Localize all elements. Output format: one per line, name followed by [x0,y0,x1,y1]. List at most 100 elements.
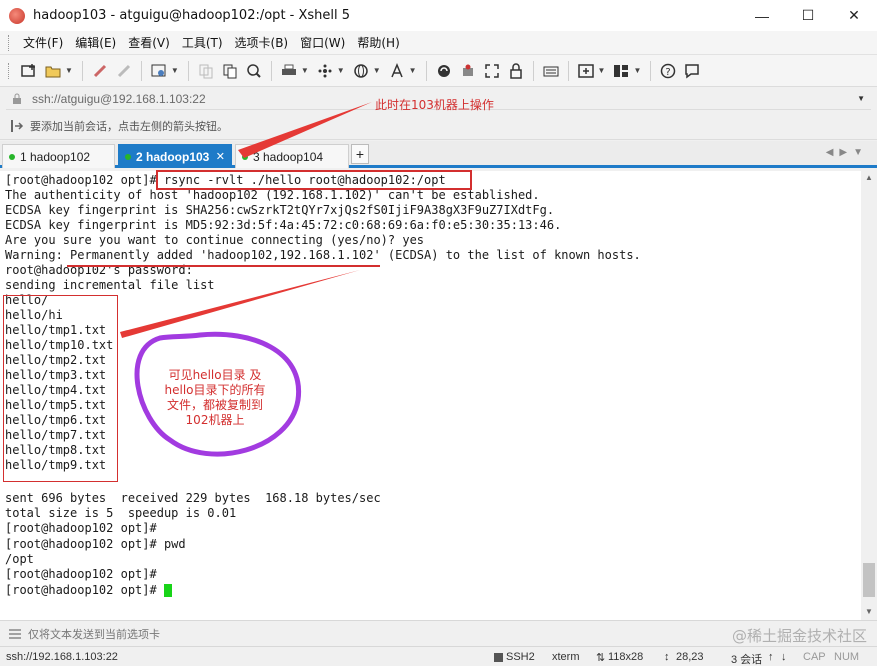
tab-hadoop104[interactable]: 3 hadoop104 [235,144,349,168]
address-text[interactable]: ssh://atguigu@192.168.1.103:22 [32,92,206,106]
tab-label: 1 hadoop102 [20,149,91,164]
terminal-size-icon: ⇅ [596,652,606,664]
tab-hadoop103[interactable]: 2 hadoop103 ✕ [118,144,232,168]
add-tab-button[interactable]: + [351,144,369,164]
fullscreen-icon[interactable] [483,62,501,80]
open-dropdown-icon[interactable]: ▼ [65,66,73,75]
terminal-line: [root@hadoop102 opt]# [5,567,157,581]
send-placeholder[interactable]: 仅将文本发送到当前选项卡 [28,626,160,642]
minimize-button[interactable]: — [739,0,785,31]
annotation-note-103: 此时在103机器上操作 [375,98,494,112]
properties-icon[interactable] [150,62,168,80]
terminal-line: [root@hadoop102 opt]# pwd [5,537,186,551]
terminal-line: ECDSA key fingerprint is SHA256:cwSzrkT2… [5,203,555,217]
tab-label: 2 hadoop103 [136,149,210,164]
terminal-line: sent 696 bytes received 229 bytes 168.18… [5,491,381,505]
scroll-up-icon[interactable]: ▲ [865,173,873,182]
new-tab-icon[interactable] [577,62,595,80]
toolbar-separator [425,60,427,81]
status-num: NUM [834,651,860,663]
sessions-up-icon[interactable]: ↑ [768,651,774,663]
copy-disabled-icon[interactable] [197,62,215,80]
address-dropdown-icon[interactable]: ▼ [857,94,865,103]
menu-window[interactable]: 窗口(W) [294,34,351,51]
warning-underline [67,265,380,267]
open-folder-icon[interactable] [44,62,62,80]
maximize-button[interactable]: ☐ [785,0,831,31]
xftp-icon[interactable] [435,62,453,80]
scroll-thumb[interactable] [863,563,875,597]
menu-tools[interactable]: 工具(T) [176,34,229,51]
keyboard-icon[interactable] [542,62,560,80]
terminal-line: sending incremental file list [5,278,215,292]
menu-tabs[interactable]: 选项卡(B) [229,34,295,51]
watermark: @稀土掘金技术社区 [731,627,867,645]
status-protocol: SSH2 [506,651,535,663]
tab-close-icon[interactable]: ✕ [216,150,225,163]
toolbar-separator [140,60,142,81]
font-icon[interactable] [388,62,406,80]
status-address: ssh://192.168.1.103:22 [6,651,118,663]
disconnect-icon[interactable] [115,62,133,80]
new-tab-dropdown-icon[interactable]: ▼ [598,66,606,75]
layout-dropdown-icon[interactable]: ▼ [633,66,641,75]
ssh-lock-icon [494,653,503,662]
layout-icon[interactable] [612,62,630,80]
terminal-scrollbar[interactable]: ▲ ▼ [861,171,877,620]
bubble-line: 102机器上 [185,413,245,427]
scroll-down-icon[interactable]: ▼ [865,607,873,616]
status-cap: CAP [803,651,826,663]
xshell-window: hadoop103 - atguigu@hadoop102:/opt - Xsh… [0,0,877,666]
command-highlight-box [156,170,472,190]
session-hint-bar: 要添加当前会话，点击左侧的箭头按钮。 [0,112,877,140]
menu-view[interactable]: 查看(V) [122,34,176,51]
toolbar: ▼ ▼ ▼ ▼ ▼ ▼ ▼ ▼ ? [0,55,877,87]
toolbar-grip [8,62,11,79]
new-session-icon[interactable] [20,62,38,80]
chat-icon[interactable] [683,62,701,80]
connected-status-icon [9,153,15,160]
help-icon[interactable]: ? [659,62,677,80]
globe-icon[interactable] [352,62,370,80]
terminal-output[interactable]: [root@hadoop102 opt]# rsync -rvlt ./hell… [0,171,861,620]
file-list-highlight-box [3,295,118,482]
font-dropdown-icon[interactable]: ▼ [409,66,417,75]
menu-file[interactable]: 文件(F) [17,34,69,51]
transfer-icon[interactable] [316,62,334,80]
sessions-down-icon[interactable]: ↓ [781,651,787,663]
send-menu-icon[interactable] [8,628,22,640]
annotation-bubble-text: 可见hello目录 及 hello目录下的所有 文件，都被复制到 102机器上 [152,368,278,428]
tab-bar: 1 hadoop102 2 hadoop103 ✕ 3 hadoop104 + … [0,141,877,168]
terminal-line: [root@hadoop102 opt]# [5,521,157,535]
paste-icon[interactable] [221,62,239,80]
status-cursor: 28,23 [676,651,704,663]
terminal-line: Warning: Permanently added 'hadoop102,19… [5,248,641,262]
send-bar[interactable]: 仅将文本发送到当前选项卡 @稀土掘金技术社区 [0,620,877,646]
lock-icon [13,93,21,104]
session-arrow-icon[interactable] [10,119,24,133]
globe-dropdown-icon[interactable]: ▼ [373,66,381,75]
connect-icon[interactable] [91,62,109,80]
title-bar: hadoop103 - atguigu@hadoop102:/opt - Xsh… [0,0,877,31]
menu-help[interactable]: 帮助(H) [351,34,405,51]
tab-hadoop102[interactable]: 1 hadoop102 [2,144,115,168]
toolbar-separator [81,60,83,81]
bubble-line: 可见hello目录 及 [168,368,262,382]
cursor-pos-icon: ↕ [664,651,670,663]
properties-dropdown-icon[interactable]: ▼ [171,66,179,75]
terminal-cursor [163,584,172,597]
menu-bar: 文件(F) 编辑(E) 查看(V) 工具(T) 选项卡(B) 窗口(W) 帮助(… [0,31,877,55]
connected-status-icon [125,153,131,160]
menu-edit[interactable]: 编辑(E) [69,34,122,51]
close-button[interactable]: ✕ [831,0,877,31]
transfer-dropdown-icon[interactable]: ▼ [337,66,345,75]
toolbar-separator [270,60,272,81]
tab-nav-arrows[interactable]: ◀▶▼ [826,147,869,158]
print-dropdown-icon[interactable]: ▼ [301,66,309,75]
terminal-line: Are you sure you want to continue connec… [5,233,425,247]
tab-label: 3 hadoop104 [253,149,324,164]
find-icon[interactable] [245,62,263,80]
script-icon[interactable] [459,62,477,80]
print-icon[interactable] [280,62,298,80]
lock-icon[interactable] [507,62,525,80]
